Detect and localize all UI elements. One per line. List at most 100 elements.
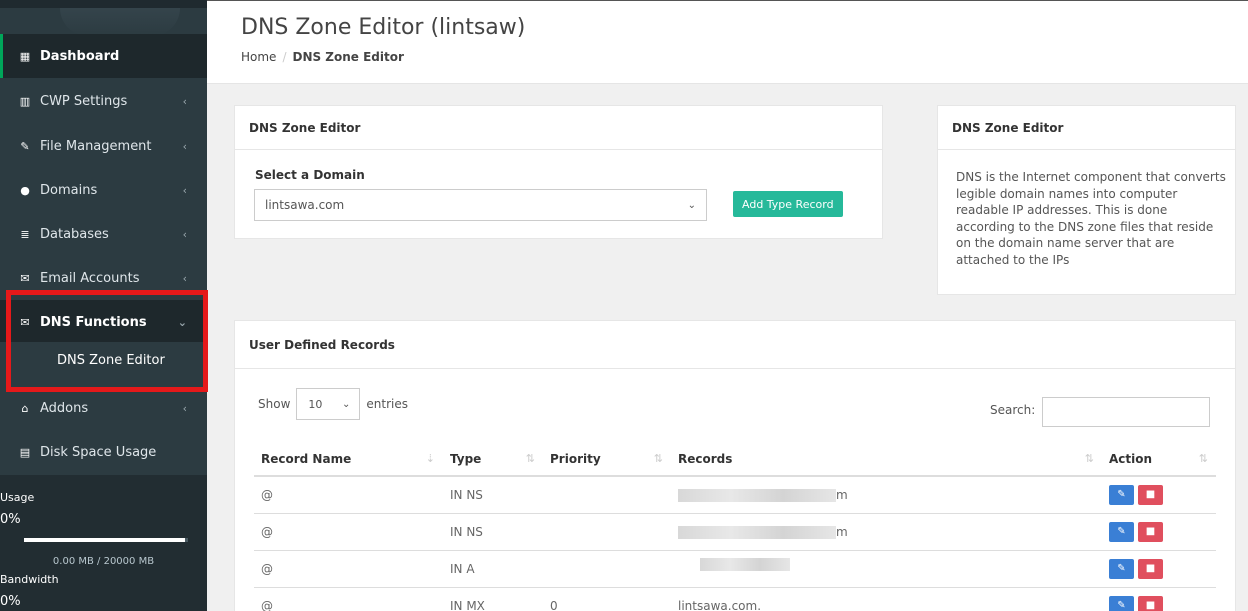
sort-asc-icon: ⇣ xyxy=(425,451,435,465)
sidebar-item-dashboard[interactable]: ▦ Dashboard xyxy=(0,34,207,78)
sort-icon: ⇅ xyxy=(653,451,663,465)
entries-select[interactable]: 10 ⌄ xyxy=(296,388,361,420)
sidebar-item-cwp-settings[interactable]: ▥ CWP Settings ‹ xyxy=(0,79,207,123)
show-label: Show xyxy=(258,397,291,411)
redacted-value xyxy=(700,557,790,571)
column-header-records[interactable]: Records ⇅ xyxy=(671,442,1102,477)
bar-chart-icon: ▥ xyxy=(19,94,31,108)
column-header-action[interactable]: Action ⇅ xyxy=(1102,442,1216,477)
trash-icon[interactable]: ■ xyxy=(1138,521,1163,542)
sidebar-top-strip xyxy=(0,0,207,8)
dns-editor-panel: DNS Zone Editor Select a Domain lintsawa… xyxy=(234,105,883,239)
search-label: Search: xyxy=(990,403,1036,417)
chevron-left-icon: ‹ xyxy=(182,227,187,241)
info-text: DNS is the Internet component that conve… xyxy=(956,170,1226,267)
breadcrumb: Home / DNS Zone Editor xyxy=(241,50,404,64)
usage-label: Usage xyxy=(0,491,35,504)
envelope-icon: ✉ xyxy=(20,271,30,285)
table-row: @ IN NS m ✎ ■ xyxy=(254,475,1216,513)
entries-label: entries xyxy=(366,397,408,411)
usage-progress-bar xyxy=(24,538,188,542)
cell-action: ✎ ■ xyxy=(1102,475,1216,513)
cell-record-name: @ xyxy=(254,586,443,611)
cell-type: IN MX xyxy=(443,586,543,611)
edit-icon: ✎ xyxy=(20,139,30,153)
database-icon: ≣ xyxy=(20,227,30,241)
redacted-value xyxy=(678,488,836,502)
edit-icon[interactable]: ✎ xyxy=(1109,595,1134,611)
panel-title: DNS Zone Editor xyxy=(938,106,1235,150)
bandwidth-percent: 0% xyxy=(0,594,21,609)
sort-icon: ⇅ xyxy=(525,451,535,465)
sort-icon: ⇅ xyxy=(1198,451,1208,465)
table-row: @ IN A ✎ ■ xyxy=(254,549,1216,587)
chevron-left-icon: ‹ xyxy=(182,183,187,197)
search-input[interactable] xyxy=(1042,397,1210,427)
entries-length-control: Show 10 ⌄ entries xyxy=(258,388,408,420)
highlight-box xyxy=(6,290,208,392)
trash-icon[interactable]: ■ xyxy=(1138,484,1163,505)
sidebar-item-label: File Management xyxy=(40,138,152,154)
cell-records: lintsawa.com. xyxy=(671,586,1102,611)
domain-select-value: lintsawa.com xyxy=(265,198,345,212)
column-header-type[interactable]: Type ⇅ xyxy=(443,442,543,477)
records-panel: User Defined Records Show 10 ⌄ entries S… xyxy=(234,320,1236,611)
cell-record-name: @ xyxy=(254,549,443,587)
bank-icon: ⌂ xyxy=(21,401,29,415)
panel-title: User Defined Records xyxy=(235,321,1235,369)
table-row: @ IN NS m ✎ ■ xyxy=(254,512,1216,550)
add-type-record-button[interactable]: Add Type Record xyxy=(733,191,843,217)
sidebar-item-file-management[interactable]: ✎ File Management ‹ xyxy=(0,124,207,168)
cell-records: m xyxy=(671,475,1102,513)
chevron-left-icon: ‹ xyxy=(182,94,187,108)
chevron-down-icon: ⌄ xyxy=(687,199,696,211)
cell-type: IN NS xyxy=(443,475,543,513)
globe-icon: ● xyxy=(20,183,30,197)
trash-icon[interactable]: ■ xyxy=(1138,558,1163,579)
chevron-left-icon: ‹ xyxy=(182,139,187,153)
sidebar-item-disk-space-usage[interactable]: ▤ Disk Space Usage xyxy=(0,430,207,474)
breadcrumb-home[interactable]: Home xyxy=(241,50,276,64)
sidebar-item-label: Databases xyxy=(40,226,109,242)
bandwidth-label: Bandwidth xyxy=(0,573,59,586)
server-icon: ▤ xyxy=(19,445,31,459)
sidebar-item-label: CWP Settings xyxy=(40,93,128,109)
usage-mb: 0.00 MB / 20000 MB xyxy=(52,556,155,567)
select-domain-label: Select a Domain xyxy=(255,168,365,182)
cell-type: IN A xyxy=(443,549,543,587)
domain-select[interactable]: lintsawa.com ⌄ xyxy=(254,189,707,221)
header-bar xyxy=(207,0,1248,84)
sidebar-item-addons[interactable]: ⌂ Addons ‹ xyxy=(0,386,207,430)
breadcrumb-current: DNS Zone Editor xyxy=(292,50,404,64)
cell-action: ✎ ■ xyxy=(1102,586,1216,611)
edit-icon[interactable]: ✎ xyxy=(1109,558,1134,579)
edit-icon[interactable]: ✎ xyxy=(1109,484,1134,505)
edit-icon[interactable]: ✎ xyxy=(1109,521,1134,542)
dns-info-panel: DNS Zone Editor DNS is the Internet comp… xyxy=(937,105,1236,295)
sidebar-item-label: Email Accounts xyxy=(40,270,140,286)
chevron-down-icon: ⌄ xyxy=(342,398,351,410)
cell-priority xyxy=(543,475,671,513)
usage-section: Usage 0% 0.00 MB / 20000 MB Bandwidth 0% xyxy=(0,475,207,611)
sidebar-item-domains[interactable]: ● Domains ‹ xyxy=(0,168,207,212)
sidebar-item-label: Disk Space Usage xyxy=(40,444,157,460)
cell-records: m xyxy=(671,512,1102,550)
cell-record-name: @ xyxy=(254,475,443,513)
sidebar-item-label: Domains xyxy=(40,182,98,198)
sort-icon: ⇅ xyxy=(1084,451,1094,465)
sidebar-item-label: Addons xyxy=(40,400,89,416)
redacted-value xyxy=(678,525,836,539)
sidebar-item-databases[interactable]: ≣ Databases ‹ xyxy=(0,212,207,256)
entries-select-value: 10 xyxy=(308,397,323,411)
panel-title: DNS Zone Editor xyxy=(235,106,882,150)
column-header-record-name[interactable]: Record Name ⇣ xyxy=(254,442,443,477)
table-header-row: Record Name ⇣ Type ⇅ Priority ⇅ Records ⇅ Ac… xyxy=(254,442,1216,477)
usage-percent: 0% xyxy=(0,512,21,527)
cell-priority xyxy=(543,512,671,550)
trash-icon[interactable]: ■ xyxy=(1138,595,1163,611)
sidebar-item-label: Dashboard xyxy=(40,48,120,64)
column-header-priority[interactable]: Priority ⇅ xyxy=(543,442,671,477)
cell-type: IN NS xyxy=(443,512,543,550)
usage-progress-fill xyxy=(24,538,185,542)
table-row: @ IN MX 0 lintsawa.com. ✎ ■ xyxy=(254,586,1216,611)
